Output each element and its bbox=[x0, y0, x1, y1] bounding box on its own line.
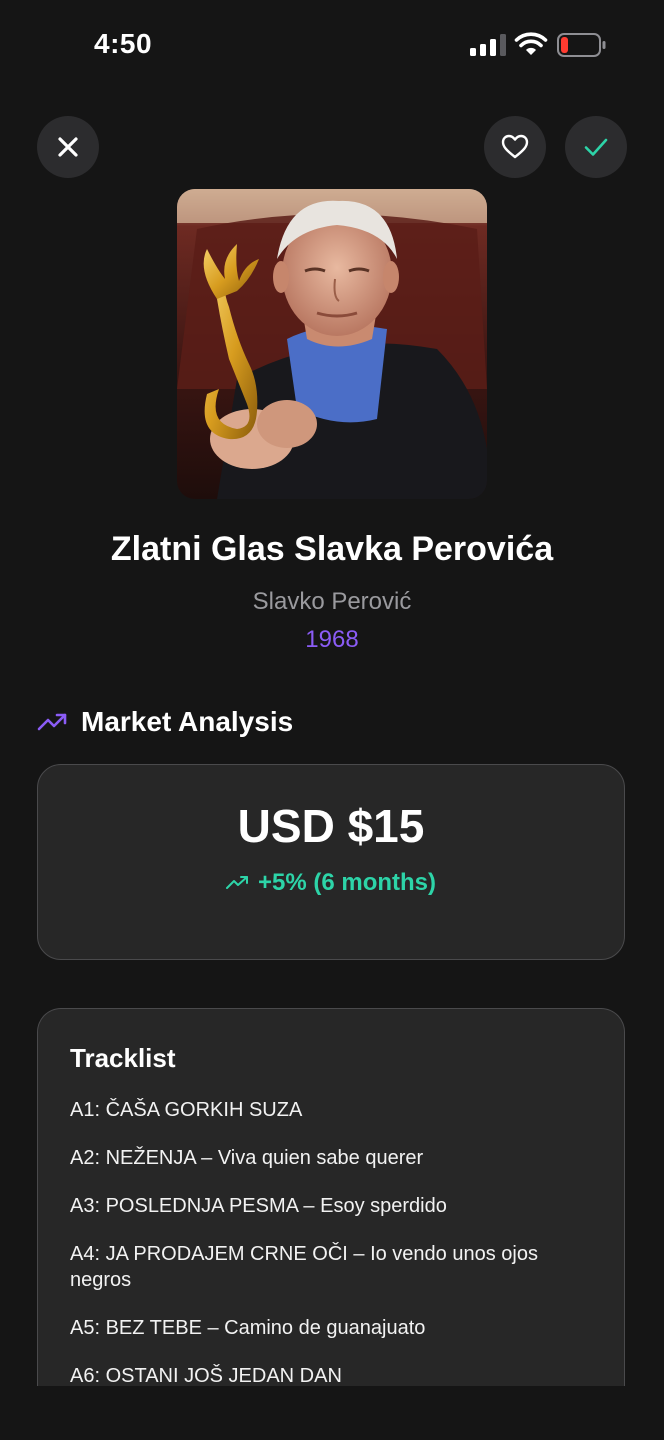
tracklist-card: Tracklist A1: ČAŠA GORKIH SUZA A2: NEŽEN… bbox=[37, 1008, 625, 1408]
album-cover-image bbox=[177, 189, 487, 499]
bottom-safe-area bbox=[0, 1386, 664, 1440]
tracklist-title: Tracklist bbox=[70, 1043, 176, 1073]
track-item: A4: JA PRODAJEM CRNE OČI – Io vendo unos… bbox=[70, 1243, 538, 1291]
heart-icon bbox=[501, 134, 529, 159]
checkmark-icon bbox=[584, 138, 608, 156]
track-list: A1: ČAŠA GORKIH SUZA A2: NEŽENJA – Viva … bbox=[70, 1097, 590, 1408]
album-artist[interactable]: Slavko Perović bbox=[0, 588, 664, 616]
price-change: +5% (6 months) bbox=[38, 869, 624, 897]
status-time: 4:50 bbox=[94, 28, 153, 59]
price-change-text: +5% (6 months) bbox=[257, 869, 437, 896]
market-analysis-title: Market Analysis bbox=[81, 706, 294, 737]
trending-up-icon bbox=[37, 713, 67, 731]
track-item: A2: NEŽENJA – Viva quien sabe querer bbox=[70, 1147, 424, 1169]
track-item: A3: POSLEDNJA PESMA – Esoy sperdido bbox=[70, 1195, 447, 1217]
price-card: USD $15 +5% (6 months) bbox=[37, 764, 625, 960]
favorite-button[interactable] bbox=[484, 116, 546, 178]
battery-low-icon bbox=[557, 33, 606, 57]
price-value: USD $15 bbox=[237, 800, 425, 852]
market-analysis-header: Market Analysis bbox=[37, 702, 293, 742]
album-title: Zlatni Glas Slavka Perovića bbox=[110, 530, 554, 568]
close-icon bbox=[58, 137, 78, 157]
trending-up-icon bbox=[225, 876, 248, 889]
close-button[interactable] bbox=[37, 116, 99, 178]
wifi-icon bbox=[514, 32, 548, 55]
collection-check-button[interactable] bbox=[565, 116, 627, 178]
cellular-signal-icon bbox=[470, 34, 506, 56]
status-bar: 4:50 bbox=[0, 0, 664, 92]
track-item: A5: BEZ TEBE – Camino de guanajuato bbox=[70, 1317, 426, 1339]
track-item: A1: ČAŠA GORKIH SUZA bbox=[70, 1099, 303, 1121]
album-year: 1968 bbox=[305, 626, 359, 653]
